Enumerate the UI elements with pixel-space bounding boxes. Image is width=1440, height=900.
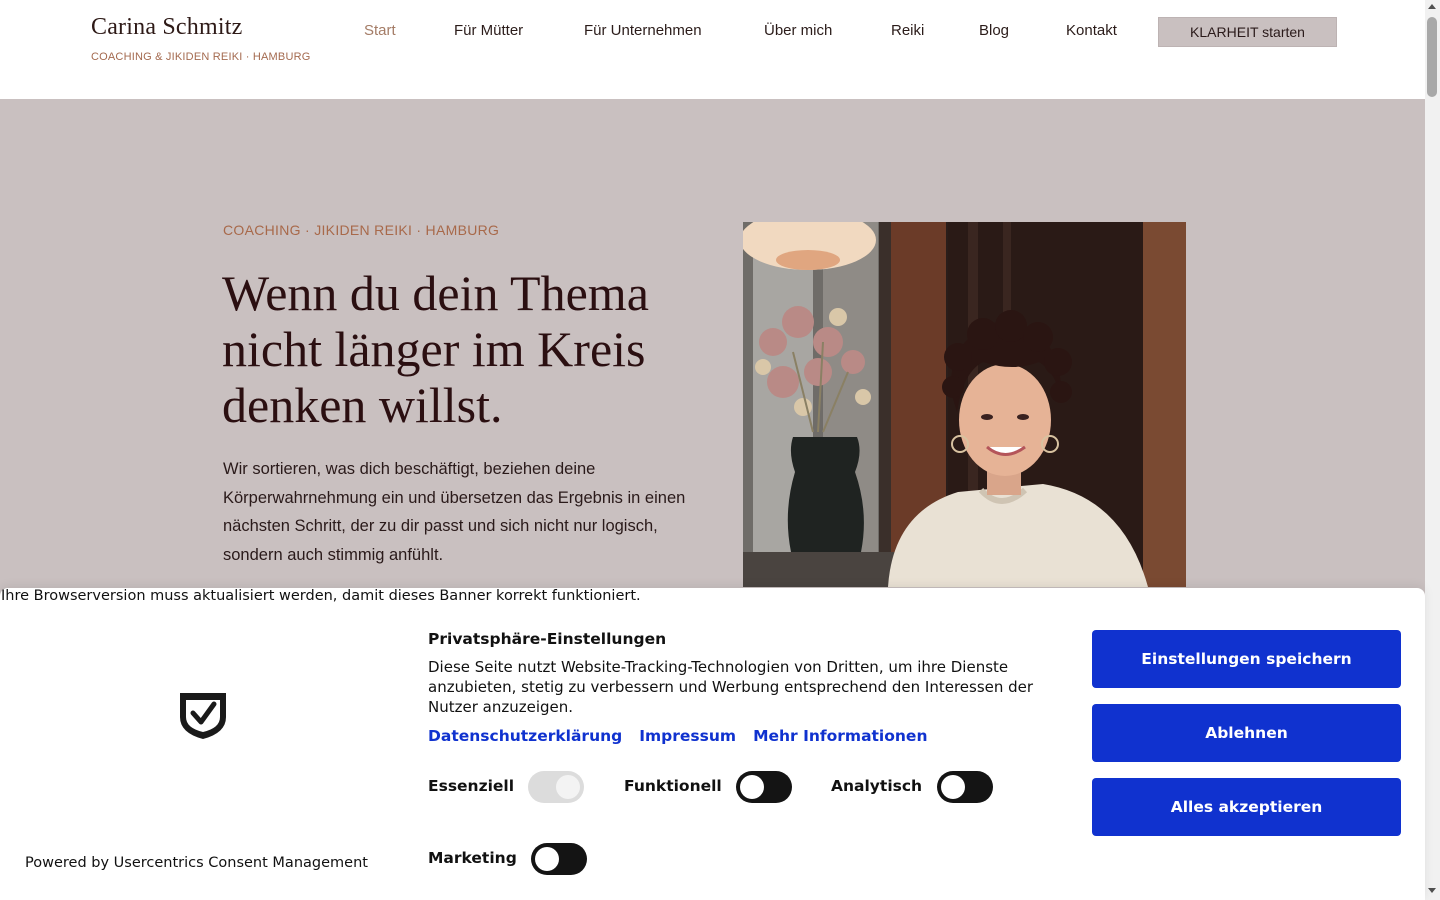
- toggle-essenziell: [528, 771, 584, 803]
- consent-links: Datenschutzerklärung Impressum Mehr Inform…: [428, 727, 944, 745]
- nav-item-fuer-muetter[interactable]: Für Mütter: [454, 22, 523, 39]
- browser-outdated-notice: Ihre Browserversion muss aktualisiert we…: [1, 588, 641, 604]
- save-settings-button[interactable]: Einstellungen speichern: [1092, 630, 1401, 688]
- page-scrollbar[interactable]: [1425, 0, 1440, 900]
- site-logo-name[interactable]: Carina Schmitz: [91, 14, 242, 41]
- consent-banner: Ihre Browserversion muss aktualisiert we…: [0, 588, 1425, 900]
- more-info-link[interactable]: Mehr Informationen: [753, 727, 927, 745]
- nav-item-kontakt[interactable]: Kontakt: [1066, 22, 1117, 39]
- toggle-knob: [941, 775, 965, 799]
- scroll-down-arrow-icon[interactable]: [1428, 888, 1436, 893]
- site-logo-tagline: COACHING & JIKIDEN REIKI · HAMBURG: [91, 51, 311, 63]
- shield-check-icon: [178, 691, 228, 741]
- nav-item-ueber-mich[interactable]: Über mich: [764, 22, 832, 39]
- klarheit-cta-button[interactable]: KLARHEIT starten: [1158, 17, 1337, 47]
- privacy-policy-link[interactable]: Datenschutzerklärung: [428, 727, 622, 745]
- toggle-label-funktionell: Funktionell: [624, 777, 722, 795]
- toggle-marketing[interactable]: [531, 843, 587, 875]
- scroll-thumb[interactable]: [1427, 17, 1437, 97]
- toggle-knob: [740, 775, 764, 799]
- consent-title: Privatsphäre-Einstellungen: [428, 630, 667, 648]
- accept-all-button[interactable]: Alles akzeptieren: [1092, 778, 1401, 836]
- toggle-label-essenziell: Essenziell: [428, 777, 515, 795]
- imprint-link[interactable]: Impressum: [639, 727, 736, 745]
- toggle-knob: [556, 775, 580, 799]
- toggle-knob: [535, 847, 559, 871]
- deny-button[interactable]: Ablehnen: [1092, 704, 1401, 762]
- site-header: Carina Schmitz COACHING & JIKIDEN REIKI …: [0, 0, 1425, 99]
- toggle-label-analytisch: Analytisch: [831, 777, 923, 795]
- powered-by-text: Powered by Usercentrics Consent Manageme…: [25, 855, 368, 871]
- consent-description: Diese Seite nutzt Website-Tracking-Techn…: [428, 658, 1034, 716]
- nav-item-fuer-unternehmen[interactable]: Für Unternehmen: [584, 22, 702, 39]
- nav-item-blog[interactable]: Blog: [979, 22, 1009, 39]
- hero-eyebrow: COACHING · JIKIDEN REIKI · HAMBURG: [223, 222, 500, 238]
- toggle-analytisch[interactable]: [937, 771, 993, 803]
- nav-item-start[interactable]: Start: [364, 22, 396, 39]
- nav-item-reiki[interactable]: Reiki: [891, 22, 924, 39]
- hero-lead-text: Wir sortieren, was dich beschäftigt, bez…: [223, 460, 686, 564]
- toggle-funktionell[interactable]: [736, 771, 792, 803]
- toggle-label-marketing: Marketing: [428, 849, 517, 867]
- scroll-up-arrow-icon[interactable]: [1428, 4, 1436, 9]
- hero-headline: Wenn du dein Thema nicht länger im Kreis…: [222, 265, 649, 433]
- portrait-photo: [743, 222, 1186, 587]
